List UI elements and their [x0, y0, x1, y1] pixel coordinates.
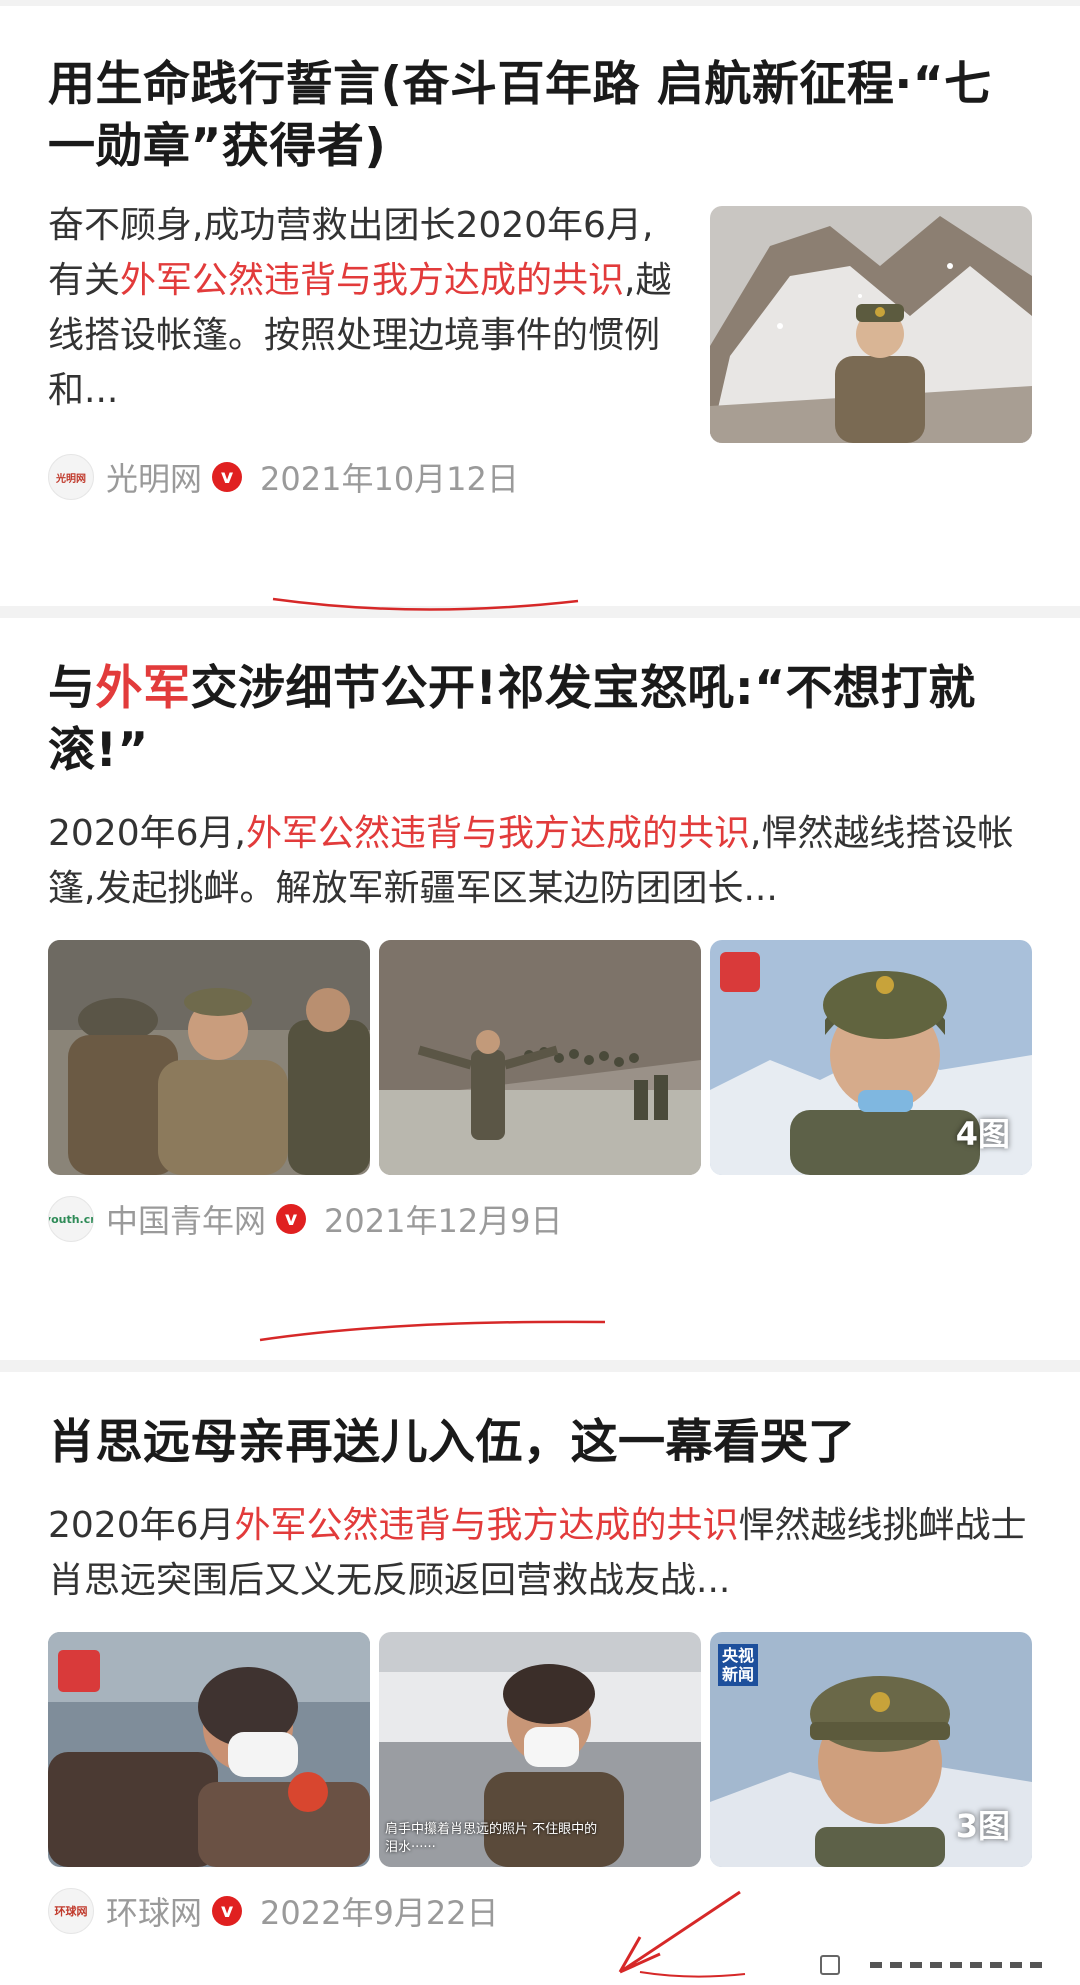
article-summary[interactable]: 2020年6月,外军公然违背与我方达成的共识,悍然越线搭设帐篷,发起挑衅。解放军…: [48, 806, 1032, 916]
summary-text: 2020年6月: [48, 1505, 235, 1546]
card-separator: [0, 1360, 1080, 1372]
article-title[interactable]: 用生命践行誓言(奋斗百年路 启航新征程·“七一勋章”获得者): [48, 54, 1032, 178]
snow-mountain-soldier-image: [710, 206, 1032, 443]
article-meta: 光明网 光明网 v 2021年10月12日: [48, 453, 1032, 501]
image-gallery[interactable]: 4图: [48, 940, 1032, 1175]
source-logo: youth.cn: [48, 1196, 94, 1242]
source-logo: 光明网: [48, 454, 94, 500]
news-card-2[interactable]: 与外军交涉细节公开!祁发宝怒吼:“不想打就滚!” 2020年6月,外军公然违背与…: [0, 618, 1080, 1360]
publish-date: 2022年9月22日: [260, 1894, 499, 1932]
soldiers-close-image: [48, 940, 370, 1175]
source-logo: 环球网: [48, 1888, 94, 1934]
image-count: 4图: [955, 1115, 1010, 1153]
news-card-1[interactable]: 用生命践行誓言(奋斗百年路 启航新征程·“七一勋章”获得者) 奋不顾身,成功营救…: [0, 6, 1080, 611]
gallery-image-3[interactable]: 4图: [710, 940, 1032, 1175]
source-name[interactable]: 中国青年网: [106, 1196, 266, 1242]
news-card-3[interactable]: 肖思远母亲再送儿入伍，这一幕看哭了 2020年6月外军公然违背与我方达成的共识悍…: [0, 1372, 1080, 1985]
article-meta: youth.cn 中国青年网 v 2021年12月9日: [48, 1195, 1032, 1243]
article-title[interactable]: 与外军交涉细节公开!祁发宝怒吼:“不想打就滚!”: [48, 658, 1032, 782]
title-text: 与: [48, 661, 96, 716]
gallery-image-2[interactable]: 肩手中攥着肖思远的照片 不住眼中的泪水······: [379, 1632, 701, 1867]
gallery-image-3[interactable]: 央视新闻 3图: [710, 1632, 1032, 1867]
article-title[interactable]: 肖思远母亲再送儿入伍，这一幕看哭了: [48, 1412, 1032, 1474]
article-thumbnail[interactable]: [710, 206, 1032, 443]
image-count: 3图: [955, 1807, 1010, 1845]
summary-highlight: 外军公然违背与我方达成的共识: [120, 260, 625, 301]
source-watermark: 央视新闻: [718, 1644, 758, 1686]
gallery-image-2[interactable]: [379, 940, 701, 1175]
red-underline-annotation: [259, 1320, 606, 1342]
verified-badge-icon: v: [212, 462, 243, 492]
publish-date: 2021年10月12日: [260, 460, 519, 498]
river-crossing-image: [379, 940, 701, 1175]
verified-badge-icon: v: [212, 1896, 243, 1926]
article-summary[interactable]: 奋不顾身,成功营救出团长2020年6月,有关外军公然违背与我方达成的共识,越线搭…: [48, 198, 678, 443]
mother-embrace-image: [48, 1632, 370, 1867]
image-gallery[interactable]: 肩手中攥着肖思远的照片 不住眼中的泪水······ 央视新闻 3图: [48, 1632, 1032, 1867]
card-separator: [0, 606, 1080, 618]
more-options-icon[interactable]: [820, 1947, 1050, 1983]
publish-date: 2021年12月9日: [324, 1202, 563, 1240]
summary-highlight: 外军公然违背与我方达成的共识: [234, 1505, 739, 1546]
summary-text: 2020年6月,: [48, 813, 246, 854]
source-name[interactable]: 环球网: [106, 1888, 202, 1934]
verified-badge-icon: v: [276, 1204, 307, 1234]
article-meta: 环球网 环球网 v 2022年9月22日: [48, 1887, 1032, 1935]
article-summary[interactable]: 2020年6月外军公然违背与我方达成的共识悍然越线挑衅战士肖思远突围后又义无反顾…: [48, 1498, 1032, 1608]
source-name[interactable]: 光明网: [106, 454, 202, 500]
image-caption: 肩手中攥着肖思远的照片 不住眼中的泪水······: [385, 1822, 598, 1855]
gallery-image-1[interactable]: [48, 940, 370, 1175]
summary-highlight: 外军公然违背与我方达成的共识: [245, 813, 750, 854]
title-highlight: 外军: [95, 661, 191, 716]
gallery-image-1[interactable]: [48, 1632, 370, 1867]
